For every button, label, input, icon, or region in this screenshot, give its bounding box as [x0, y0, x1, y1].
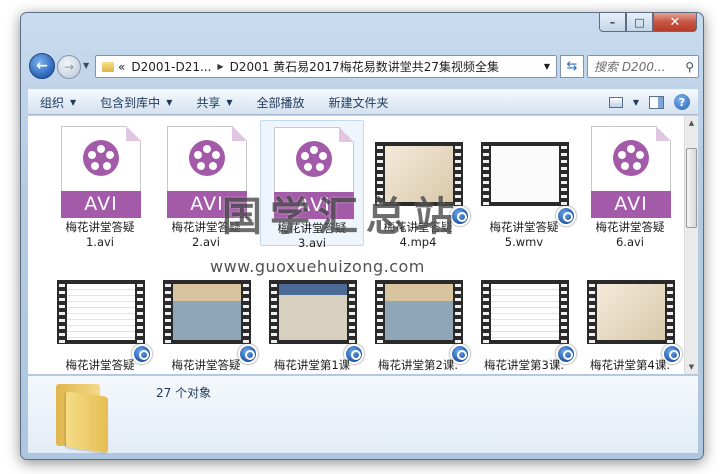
file-name-line2: mp4 — [578, 373, 682, 374]
breadcrumb-item-current[interactable]: D2001 黄石易2017梅花易数讲堂共27集视频全集 — [230, 58, 499, 75]
chevron-down-icon[interactable]: ▼ — [633, 98, 639, 107]
video-thumbnail — [481, 280, 569, 344]
back-button[interactable]: ← — [29, 53, 55, 79]
breadcrumb-overflow[interactable]: « — [118, 60, 125, 74]
file-item[interactable]: 梅花讲堂第4课.mp4 — [578, 258, 682, 374]
video-thumbnail — [57, 280, 145, 344]
toolbar-right: ▼ ? — [608, 94, 698, 110]
scroll-thumb[interactable] — [686, 148, 697, 228]
search-box[interactable]: 搜索 D200... ⚲ — [587, 55, 699, 78]
breadcrumb-separator-icon[interactable]: ▶ — [217, 62, 223, 71]
preview-pane-icon[interactable] — [649, 95, 664, 109]
film-reel-icon — [296, 141, 332, 177]
arrow-right-icon: → — [63, 60, 75, 74]
chevron-down-icon: ▼ — [70, 97, 77, 107]
file-name-line1: 梅花讲堂第1课 — [273, 358, 351, 372]
share-menu[interactable]: 共享 ▼ — [184, 94, 244, 111]
caption-buttons: – □ ✕ — [599, 13, 697, 33]
item-count: 27 个对象 — [156, 386, 212, 400]
address-bar[interactable]: « D2001-D21... ▶ D2001 黄石易2017梅花易数讲堂共27集… — [95, 55, 557, 78]
organize-menu[interactable]: 组织 ▼ — [28, 94, 88, 111]
video-thumbnail — [481, 142, 569, 206]
search-icon[interactable]: ⚲ — [685, 60, 694, 74]
folder-icon — [102, 61, 114, 72]
file-name-line2: 8.mp4 — [154, 373, 258, 374]
video-thumbnail — [163, 280, 251, 344]
file-name-line2: 7.mp4 — [48, 373, 152, 374]
avi-file-icon: AVI — [591, 126, 671, 218]
new-folder-button[interactable]: 新建文件夹 — [317, 94, 401, 111]
file-name-line2: mp4 — [472, 373, 576, 374]
chevron-down-icon: ▼ — [226, 97, 233, 107]
forward-button[interactable]: → — [57, 55, 81, 79]
avi-format-label: AVI — [591, 191, 671, 218]
breadcrumb-item-parent[interactable]: D2001-D21... — [131, 60, 211, 74]
file-list: ▲ ▼ AVI 梅花讲堂答疑 1.avi AVI 梅花讲堂答疑 2.avi AVI 梅花讲堂答… — [28, 116, 698, 374]
file-item[interactable]: AVI 梅花讲堂答疑 1.avi — [48, 120, 152, 249]
organize-label: 组织 — [40, 95, 65, 110]
change-view-icon[interactable] — [608, 96, 623, 108]
file-item[interactable]: 梅花讲堂第3课.mp4 — [472, 258, 576, 374]
file-name-line1: 梅花讲堂第2课. — [378, 358, 458, 372]
video-thumbnail — [587, 280, 675, 344]
avi-file-icon: AVI — [61, 126, 141, 218]
chevron-down-icon: ▼ — [166, 97, 173, 107]
file-name-line2: 2017.10.11.mp4 — [260, 373, 364, 374]
film-reel-icon — [189, 140, 225, 176]
recent-pages-dropdown[interactable]: ▼ — [83, 61, 89, 70]
arrow-left-icon: ← — [36, 58, 48, 74]
video-thumbnail — [269, 280, 357, 344]
file-item[interactable]: 梅花讲堂答疑7.mp4 — [48, 258, 152, 374]
scroll-up-icon[interactable]: ▲ — [685, 116, 698, 130]
file-item[interactable]: AVI 梅花讲堂答疑 6.avi — [578, 120, 682, 249]
file-name-line1: 梅花讲堂答疑 — [65, 220, 135, 234]
folder-icon — [52, 382, 120, 453]
file-name-line2: 6.avi — [615, 235, 645, 249]
file-name-line1: 梅花讲堂答疑 — [171, 358, 241, 372]
share-label: 共享 — [196, 95, 221, 110]
include-library-label: 包含到库中 — [100, 95, 161, 110]
avi-format-label: AVI — [61, 191, 141, 218]
film-reel-icon — [83, 140, 119, 176]
close-button[interactable]: ✕ — [653, 13, 697, 32]
refresh-button[interactable]: ⇆ — [560, 55, 584, 78]
film-reel-icon — [613, 140, 649, 176]
file-name-line2: 5.wmv — [504, 235, 544, 249]
command-bar: 组织 ▼ 包含到库中 ▼ 共享 ▼ 全部播放 新建文件夹 ▼ ? — [28, 89, 698, 115]
address-dropdown-icon[interactable]: ▼ — [544, 62, 550, 71]
file-name-line1: 梅花讲堂第3课. — [484, 358, 564, 372]
play-all-button[interactable]: 全部播放 — [245, 94, 317, 111]
refresh-icon: ⇆ — [566, 59, 578, 74]
file-name-line1: 梅花讲堂第4课. — [590, 358, 670, 372]
help-icon[interactable]: ? — [674, 94, 690, 110]
file-name-line2: mp4 — [366, 373, 470, 374]
file-name-line1: 梅花讲堂答疑 — [489, 220, 559, 234]
search-placeholder: 搜索 D200... — [594, 60, 666, 74]
file-name-line2: 1.avi — [85, 235, 115, 249]
include-library-menu[interactable]: 包含到库中 ▼ — [88, 94, 184, 111]
details-pane: 27 个对象 — [28, 375, 698, 453]
maximize-button[interactable]: □ — [626, 13, 653, 32]
video-thumbnail — [375, 280, 463, 344]
minimize-button[interactable]: – — [599, 13, 626, 32]
watermark-title: 国学汇总站 — [222, 194, 462, 240]
file-item[interactable]: 梅花讲堂答疑 5.wmv — [472, 120, 576, 249]
scroll-down-icon[interactable]: ▼ — [685, 360, 698, 374]
file-name-line1: 梅花讲堂答疑 — [595, 220, 665, 234]
file-name-line1: 梅花讲堂答疑 — [65, 358, 135, 372]
vertical-scrollbar[interactable]: ▲ ▼ — [684, 116, 698, 374]
watermark-url: www.guoxuehuizong.com — [210, 257, 425, 276]
